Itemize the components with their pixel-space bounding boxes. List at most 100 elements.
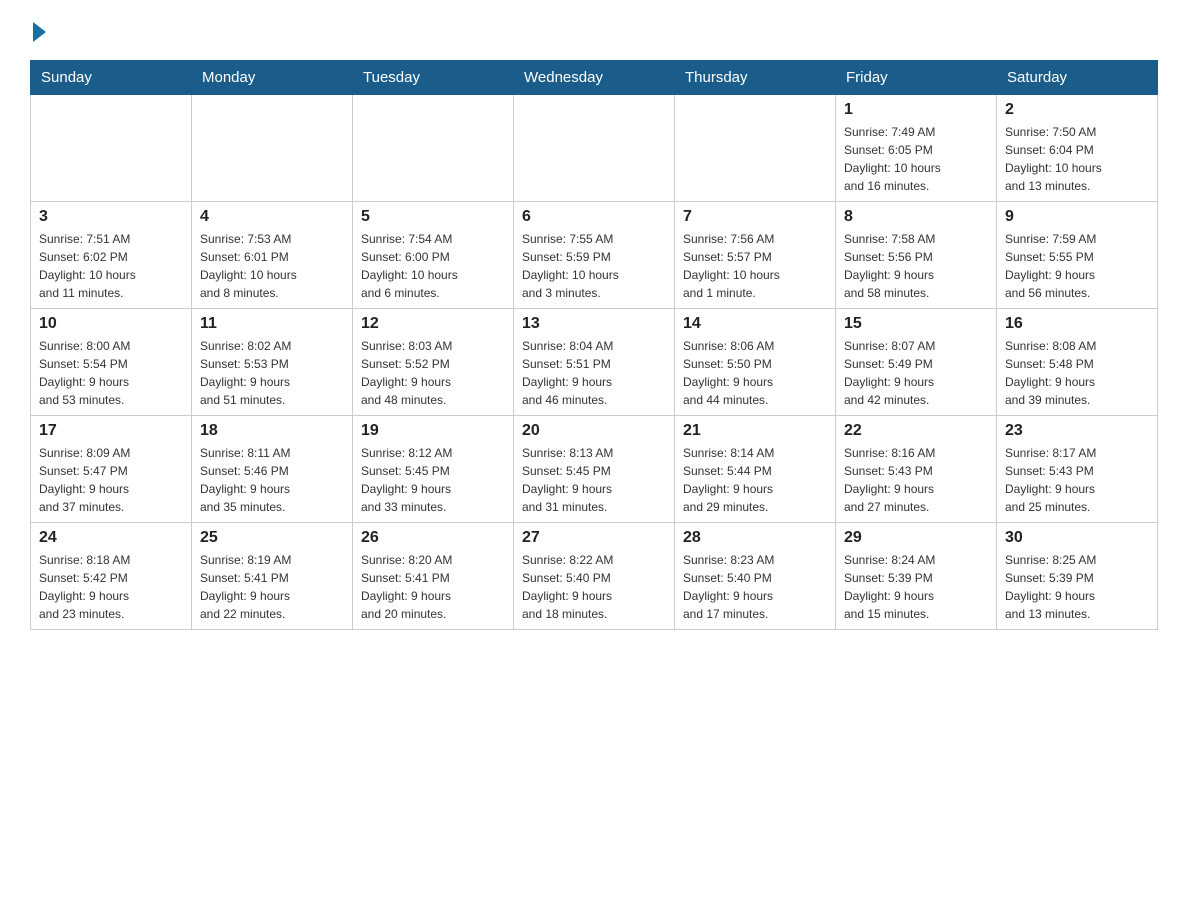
calendar-cell: 7 Sunrise: 7:56 AMSunset: 5:57 PMDaylight… xyxy=(675,202,836,309)
day-number: 3 xyxy=(39,208,183,226)
day-number: 8 xyxy=(844,208,988,226)
calendar-cell: 14 Sunrise: 8:06 AMSunset: 5:50 PMDayligh… xyxy=(675,309,836,416)
day-info: Sunrise: 8:03 AMSunset: 5:52 PMDaylight:… xyxy=(361,337,505,409)
calendar-cell: 27Sunrise: 8:22 AMSunset: 5:40 PMDayligh… xyxy=(514,523,675,630)
calendar-cell: 20 Sunrise: 8:13 AMSunset: 5:45 PMDayligh… xyxy=(514,416,675,523)
calendar-cell: 6 Sunrise: 7:55 AMSunset: 5:59 PMDaylight… xyxy=(514,202,675,309)
day-info: Sunrise: 8:13 AMSunset: 5:45 PMDaylight:… xyxy=(522,444,666,516)
day-number: 16 xyxy=(1005,315,1149,333)
day-number: 19 xyxy=(361,422,505,440)
day-info: Sunrise: 7:51 AMSunset: 6:02 PMDaylight:… xyxy=(39,230,183,302)
day-number: 24 xyxy=(39,529,183,547)
calendar-cell: 17 Sunrise: 8:09 AMSunset: 5:47 PMDayligh… xyxy=(31,416,192,523)
day-info: Sunrise: 8:09 AMSunset: 5:47 PMDaylight:… xyxy=(39,444,183,516)
day-number: 21 xyxy=(683,422,827,440)
calendar-cell: 25Sunrise: 8:19 AMSunset: 5:41 PMDayligh… xyxy=(192,523,353,630)
day-info: Sunrise: 7:53 AMSunset: 6:01 PMDaylight:… xyxy=(200,230,344,302)
calendar-table: SundayMondayTuesdayWednesdayThursdayFrid… xyxy=(30,60,1158,630)
calendar-cell: 23 Sunrise: 8:17 AMSunset: 5:43 PMDayligh… xyxy=(997,416,1158,523)
calendar-cell: 2 Sunrise: 7:50 AMSunset: 6:04 PMDaylight… xyxy=(997,95,1158,202)
calendar-cell xyxy=(31,95,192,202)
weekday-header-tuesday: Tuesday xyxy=(353,61,514,95)
page-header xyxy=(30,20,1158,40)
calendar-cell: 10Sunrise: 8:00 AMSunset: 5:54 PMDayligh… xyxy=(31,309,192,416)
day-number: 13 xyxy=(522,315,666,333)
day-number: 17 xyxy=(39,422,183,440)
day-number: 28 xyxy=(683,529,827,547)
logo xyxy=(30,20,46,40)
weekday-header-sunday: Sunday xyxy=(31,61,192,95)
calendar-cell: 4 Sunrise: 7:53 AMSunset: 6:01 PMDaylight… xyxy=(192,202,353,309)
day-info: Sunrise: 8:22 AMSunset: 5:40 PMDaylight:… xyxy=(522,551,666,623)
day-info: Sunrise: 7:55 AMSunset: 5:59 PMDaylight:… xyxy=(522,230,666,302)
calendar-cell xyxy=(192,95,353,202)
calendar-cell: 29Sunrise: 8:24 AMSunset: 5:39 PMDayligh… xyxy=(836,523,997,630)
calendar-cell: 12Sunrise: 8:03 AMSunset: 5:52 PMDayligh… xyxy=(353,309,514,416)
weekday-header-wednesday: Wednesday xyxy=(514,61,675,95)
day-number: 20 xyxy=(522,422,666,440)
day-info: Sunrise: 7:59 AMSunset: 5:55 PMDaylight:… xyxy=(1005,230,1149,302)
day-info: Sunrise: 8:25 AMSunset: 5:39 PMDaylight:… xyxy=(1005,551,1149,623)
calendar-cell xyxy=(353,95,514,202)
day-info: Sunrise: 8:06 AMSunset: 5:50 PMDaylight:… xyxy=(683,337,827,409)
calendar-cell: 11 Sunrise: 8:02 AMSunset: 5:53 PMDayligh… xyxy=(192,309,353,416)
day-info: Sunrise: 8:08 AMSunset: 5:48 PMDaylight:… xyxy=(1005,337,1149,409)
calendar-cell: 22 Sunrise: 8:16 AMSunset: 5:43 PMDayligh… xyxy=(836,416,997,523)
calendar-cell xyxy=(514,95,675,202)
calendar-cell: 3 Sunrise: 7:51 AMSunset: 6:02 PMDaylight… xyxy=(31,202,192,309)
calendar-cell: 21 Sunrise: 8:14 AMSunset: 5:44 PMDayligh… xyxy=(675,416,836,523)
week-row-5: 24 Sunrise: 8:18 AMSunset: 5:42 PMDayligh… xyxy=(31,523,1158,630)
day-info: Sunrise: 8:17 AMSunset: 5:43 PMDaylight:… xyxy=(1005,444,1149,516)
calendar-cell: 30Sunrise: 8:25 AMSunset: 5:39 PMDayligh… xyxy=(997,523,1158,630)
calendar-cell xyxy=(675,95,836,202)
day-info: Sunrise: 8:20 AMSunset: 5:41 PMDaylight:… xyxy=(361,551,505,623)
day-info: Sunrise: 8:23 AMSunset: 5:40 PMDaylight:… xyxy=(683,551,827,623)
day-info: Sunrise: 8:19 AMSunset: 5:41 PMDaylight:… xyxy=(200,551,344,623)
day-info: Sunrise: 8:11 AMSunset: 5:46 PMDaylight:… xyxy=(200,444,344,516)
day-number: 4 xyxy=(200,208,344,226)
weekday-header-row: SundayMondayTuesdayWednesdayThursdayFrid… xyxy=(31,61,1158,95)
day-info: Sunrise: 8:12 AMSunset: 5:45 PMDaylight:… xyxy=(361,444,505,516)
day-info: Sunrise: 7:54 AMSunset: 6:00 PMDaylight:… xyxy=(361,230,505,302)
day-info: Sunrise: 8:18 AMSunset: 5:42 PMDaylight:… xyxy=(39,551,183,623)
weekday-header-saturday: Saturday xyxy=(997,61,1158,95)
day-number: 22 xyxy=(844,422,988,440)
logo-arrow-icon xyxy=(33,22,46,42)
day-number: 6 xyxy=(522,208,666,226)
day-info: Sunrise: 8:04 AMSunset: 5:51 PMDaylight:… xyxy=(522,337,666,409)
calendar-cell: 8 Sunrise: 7:58 AMSunset: 5:56 PMDaylight… xyxy=(836,202,997,309)
calendar-cell: 28 Sunrise: 8:23 AMSunset: 5:40 PMDayligh… xyxy=(675,523,836,630)
day-info: Sunrise: 8:16 AMSunset: 5:43 PMDaylight:… xyxy=(844,444,988,516)
day-number: 14 xyxy=(683,315,827,333)
calendar-cell: 26 Sunrise: 8:20 AMSunset: 5:41 PMDayligh… xyxy=(353,523,514,630)
day-number: 9 xyxy=(1005,208,1149,226)
calendar-cell: 15Sunrise: 8:07 AMSunset: 5:49 PMDayligh… xyxy=(836,309,997,416)
day-number: 11 xyxy=(200,315,344,333)
day-info: Sunrise: 8:00 AMSunset: 5:54 PMDaylight:… xyxy=(39,337,183,409)
week-row-3: 10Sunrise: 8:00 AMSunset: 5:54 PMDayligh… xyxy=(31,309,1158,416)
calendar-cell: 9 Sunrise: 7:59 AMSunset: 5:55 PMDaylight… xyxy=(997,202,1158,309)
day-number: 23 xyxy=(1005,422,1149,440)
day-info: Sunrise: 7:56 AMSunset: 5:57 PMDaylight:… xyxy=(683,230,827,302)
calendar-cell: 5Sunrise: 7:54 AMSunset: 6:00 PMDaylight… xyxy=(353,202,514,309)
week-row-4: 17 Sunrise: 8:09 AMSunset: 5:47 PMDayligh… xyxy=(31,416,1158,523)
week-row-1: 1 Sunrise: 7:49 AMSunset: 6:05 PMDaylight… xyxy=(31,95,1158,202)
calendar-cell: 13 Sunrise: 8:04 AMSunset: 5:51 PMDayligh… xyxy=(514,309,675,416)
day-number: 26 xyxy=(361,529,505,547)
calendar-cell: 24 Sunrise: 8:18 AMSunset: 5:42 PMDayligh… xyxy=(31,523,192,630)
day-number: 1 xyxy=(844,101,988,119)
day-info: Sunrise: 8:07 AMSunset: 5:49 PMDaylight:… xyxy=(844,337,988,409)
calendar-cell: 16 Sunrise: 8:08 AMSunset: 5:48 PMDayligh… xyxy=(997,309,1158,416)
day-info: Sunrise: 7:50 AMSunset: 6:04 PMDaylight:… xyxy=(1005,123,1149,195)
day-info: Sunrise: 8:24 AMSunset: 5:39 PMDaylight:… xyxy=(844,551,988,623)
day-info: Sunrise: 7:58 AMSunset: 5:56 PMDaylight:… xyxy=(844,230,988,302)
day-number: 7 xyxy=(683,208,827,226)
calendar-cell: 1 Sunrise: 7:49 AMSunset: 6:05 PMDaylight… xyxy=(836,95,997,202)
day-info: Sunrise: 8:14 AMSunset: 5:44 PMDaylight:… xyxy=(683,444,827,516)
weekday-header-monday: Monday xyxy=(192,61,353,95)
day-number: 2 xyxy=(1005,101,1149,119)
calendar-cell: 19 Sunrise: 8:12 AMSunset: 5:45 PMDayligh… xyxy=(353,416,514,523)
weekday-header-friday: Friday xyxy=(836,61,997,95)
day-info: Sunrise: 8:02 AMSunset: 5:53 PMDaylight:… xyxy=(200,337,344,409)
day-info: Sunrise: 7:49 AMSunset: 6:05 PMDaylight:… xyxy=(844,123,988,195)
